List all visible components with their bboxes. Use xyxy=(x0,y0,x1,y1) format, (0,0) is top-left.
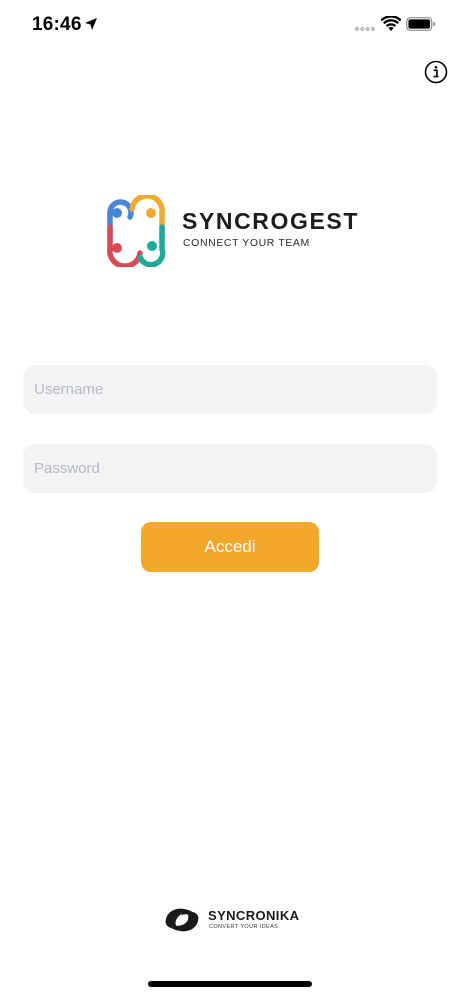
logo-tagline: CONNECT YOUR TEAM xyxy=(183,237,310,249)
footer-brand-name: SYNCRONIKA xyxy=(208,908,300,923)
password-input[interactable] xyxy=(23,444,437,493)
wifi-icon xyxy=(381,16,401,31)
info-icon[interactable] xyxy=(424,60,448,84)
syncronika-logo-mark-icon xyxy=(165,908,199,932)
logo-title: SYNCROGEST xyxy=(182,208,360,234)
status-time: 16:46 xyxy=(32,14,82,35)
syncronika-logo: SYNCRONIKA CONVERT YOUR IDEAS xyxy=(160,904,305,938)
syncrogest-logo-mark-icon xyxy=(107,195,166,267)
syncrogest-logo: SYNCROGEST CONNECT YOUR TEAM xyxy=(100,195,370,269)
location-arrow-icon xyxy=(85,18,97,30)
status-bar: 16:46 xyxy=(0,0,460,50)
footer-brand-tagline: CONVERT YOUR IDEAS xyxy=(209,924,279,930)
battery-icon xyxy=(406,17,436,31)
home-indicator xyxy=(148,981,312,987)
username-input[interactable] xyxy=(23,365,437,414)
login-button[interactable]: Accedi xyxy=(141,522,319,572)
cellular-signal-icon xyxy=(354,26,376,32)
